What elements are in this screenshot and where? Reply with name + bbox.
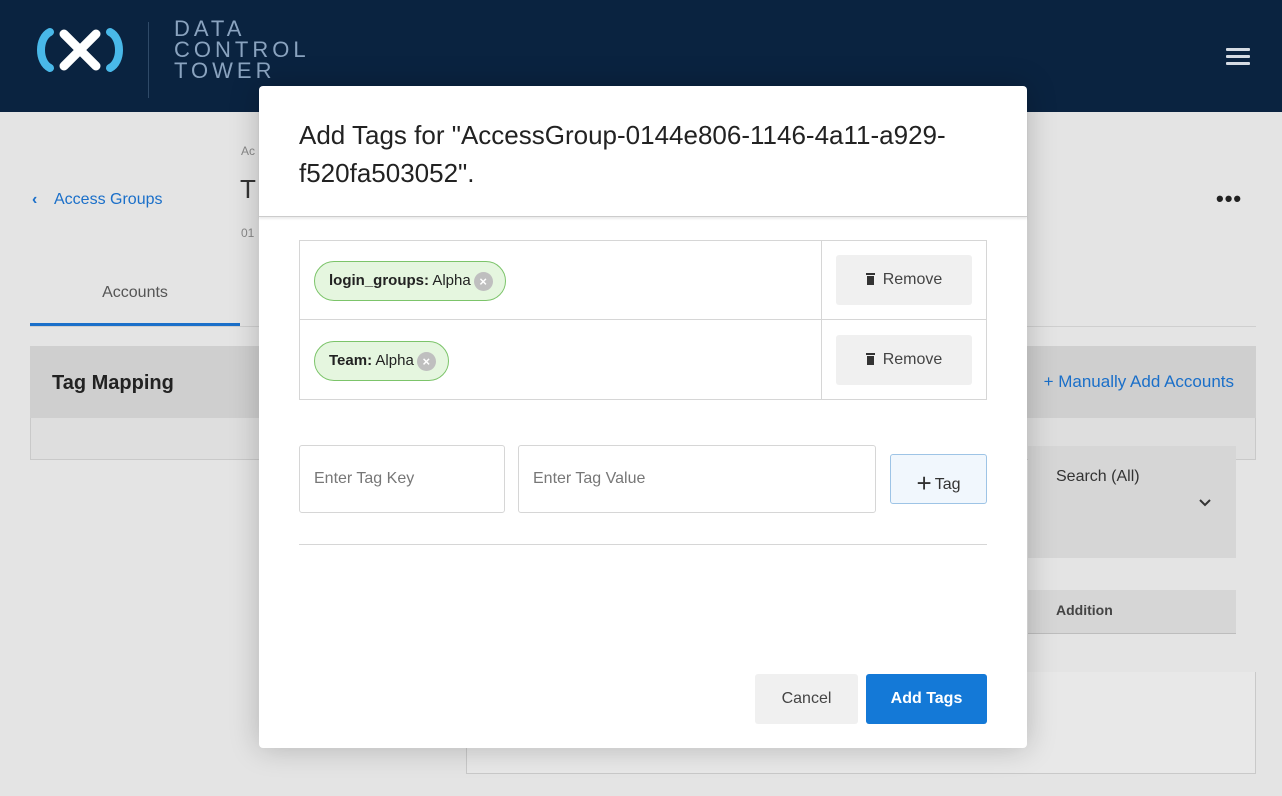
tag-chip-value: Alpha <box>375 352 414 369</box>
logo-line-3: TOWER <box>174 58 276 83</box>
remove-chip-icon[interactable]: × <box>416 352 436 371</box>
page-subtitle: 01 <box>241 226 255 240</box>
tag-key-input[interactable]: Enter Tag Key <box>299 445 505 513</box>
logo-line-1: DATA <box>174 16 246 41</box>
remove-tag-label: Remove <box>882 351 943 368</box>
modal-title: Add Tags for "AccessGroup-0144e806-1146-… <box>299 120 946 188</box>
tag-row: Team: Alpha × Remove <box>300 321 986 400</box>
tag-chip-key: Team: <box>329 352 373 369</box>
tag-list: login_groups: Alpha × Remove Team: Alpha… <box>299 240 987 400</box>
trash-icon <box>865 273 875 285</box>
tab-accounts[interactable]: Accounts <box>30 284 240 302</box>
tag-value-placeholder: Enter Tag Value <box>533 470 646 487</box>
chevron-left-icon: ‹ <box>32 191 38 208</box>
add-tags-button[interactable]: Add Tags <box>866 674 987 724</box>
chevron-down-icon <box>1199 499 1211 507</box>
trash-icon <box>865 353 875 365</box>
plus-icon: + <box>916 468 932 498</box>
logo-divider <box>148 22 149 98</box>
tag-chip-key: login_groups: <box>329 272 429 289</box>
tag-value-input[interactable]: Enter Tag Value <box>518 445 876 513</box>
breadcrumb: Ac <box>241 144 256 158</box>
tag-chip-value: Alpha <box>432 272 471 289</box>
remove-chip-icon[interactable]: × <box>473 272 493 291</box>
logo-wordmark: DATA CONTROL TOWER <box>174 16 310 83</box>
more-options-icon[interactable]: ••• <box>1216 186 1242 212</box>
tag-chip: Team: Alpha × <box>314 341 449 381</box>
add-tag-label: Tag <box>934 476 961 493</box>
search-filter-select[interactable]: Search (All) <box>1028 446 1236 558</box>
logo-line-2: CONTROL <box>174 37 310 62</box>
active-tab-indicator <box>30 323 240 326</box>
tag-row: login_groups: Alpha × Remove <box>300 241 986 320</box>
table-column-header: Addition <box>1028 590 1236 634</box>
tag-key-placeholder: Enter Tag Key <box>314 470 415 487</box>
remove-tag-button[interactable]: Remove <box>836 335 972 385</box>
modal-header: Add Tags for "AccessGroup-0144e806-1146-… <box>259 86 1027 217</box>
search-filter-label: Search (All) <box>1056 468 1140 485</box>
column-header-addition: Addition <box>1056 602 1113 618</box>
tag-chip: login_groups: Alpha × <box>314 261 506 301</box>
panel-title: Tag Mapping <box>52 372 174 394</box>
back-link-label: Access Groups <box>54 191 163 208</box>
back-link[interactable]: ‹ Access Groups <box>32 191 162 209</box>
cancel-button[interactable]: Cancel <box>755 674 858 724</box>
remove-tag-button[interactable]: Remove <box>836 255 972 305</box>
remove-tag-label: Remove <box>882 271 943 288</box>
page-title: T <box>240 174 256 204</box>
logo-icon <box>37 28 123 72</box>
add-tag-button[interactable]: + Tag <box>890 454 987 504</box>
manually-add-accounts-link[interactable]: + Manually Add Accounts <box>1044 372 1234 392</box>
add-tags-modal: Add Tags for "AccessGroup-0144e806-1146-… <box>259 86 1027 748</box>
hamburger-icon[interactable] <box>1226 48 1250 70</box>
modal-divider <box>299 544 987 545</box>
